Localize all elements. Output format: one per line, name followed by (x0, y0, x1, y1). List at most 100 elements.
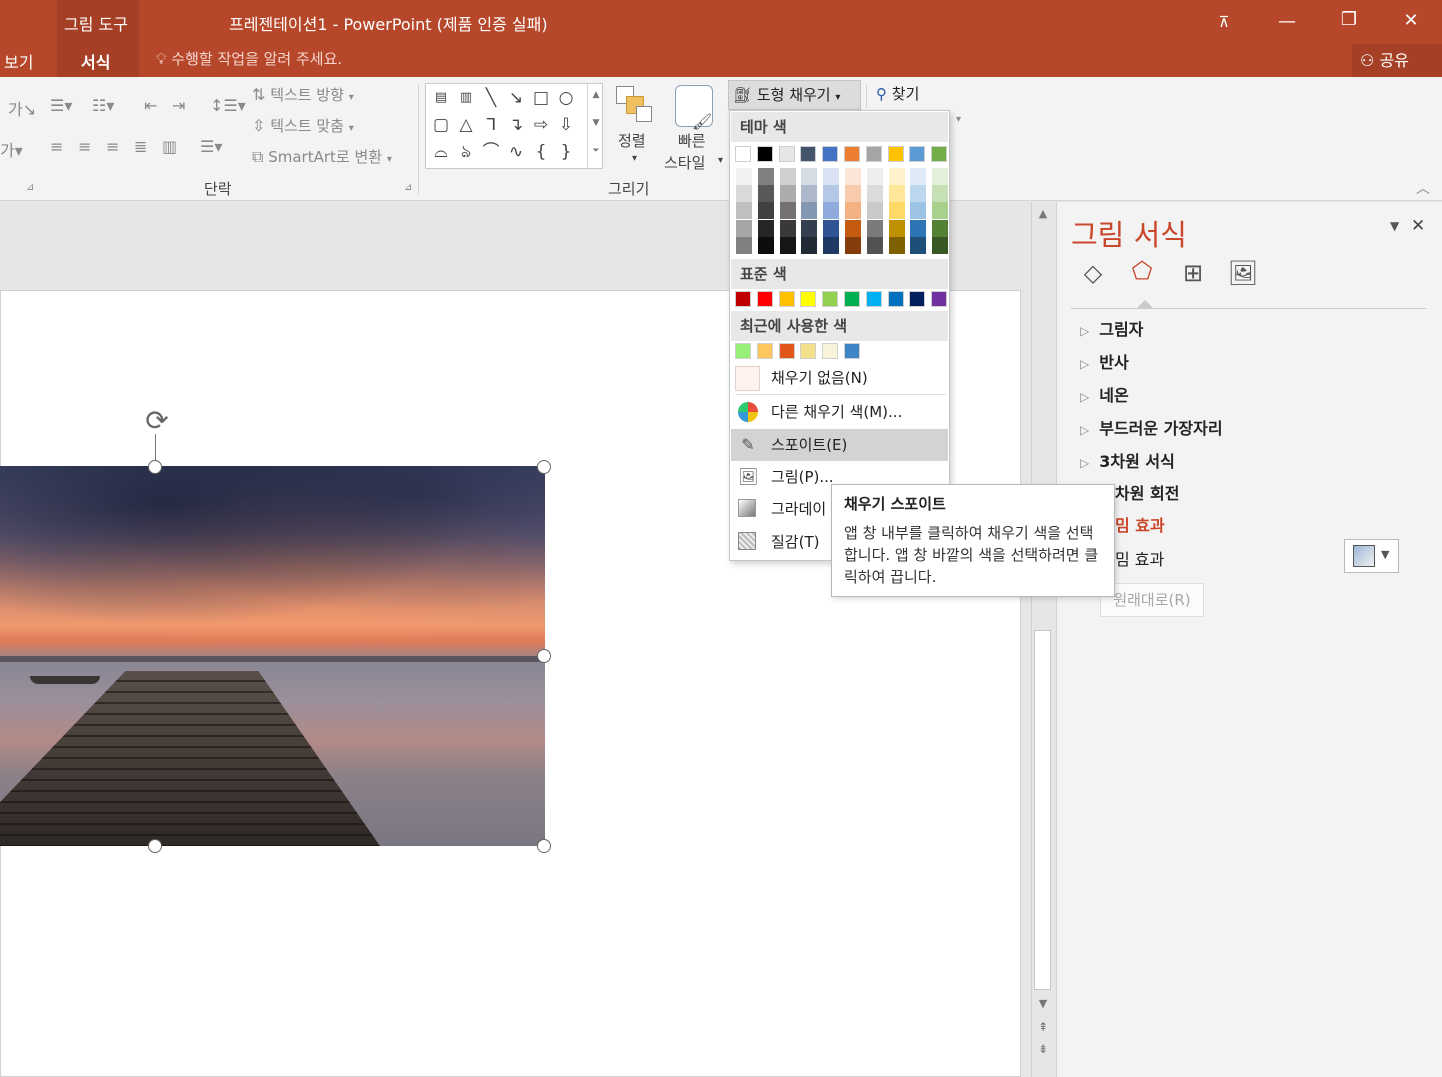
resize-handle-bottom[interactable] (148, 839, 162, 853)
theme-shade-swatch[interactable] (823, 219, 840, 237)
eyedropper-item[interactable]: ✎ 스포이트(E) (731, 429, 948, 461)
section-reflection[interactable]: ▷ 반사 (1080, 349, 1129, 373)
dialog-launcher-icon[interactable]: ⊿ (26, 182, 34, 193)
align-left-icon[interactable]: ≡ (50, 137, 63, 156)
theme-color-swatch[interactable] (844, 146, 860, 162)
tab-format[interactable]: 서식 (81, 49, 110, 73)
theme-shade-swatch[interactable] (736, 168, 752, 185)
arrow-line-shape-icon[interactable]: ↘ (505, 87, 527, 109)
theme-color-swatch[interactable] (931, 146, 948, 162)
rounded-rectangle-shape-icon[interactable]: ▢ (430, 114, 452, 136)
picture-tab-icon[interactable]: 🖼︎ (1226, 256, 1260, 290)
bullets-icon[interactable]: ☰▾ (50, 96, 72, 115)
columns-icon[interactable]: ☰▾ (200, 137, 222, 156)
theme-shade-swatch[interactable] (736, 236, 752, 254)
expand-gallery-icon[interactable]: ⏷ (587, 146, 605, 156)
theme-color-swatch[interactable] (800, 146, 817, 162)
theme-shade-swatch[interactable] (757, 236, 774, 254)
theme-shade-swatch[interactable] (757, 219, 774, 237)
theme-shade-swatch[interactable] (845, 168, 861, 185)
theme-shade-swatch[interactable] (932, 236, 949, 254)
distributed-icon[interactable]: ▥ (162, 137, 177, 156)
theme-shade-swatch[interactable] (779, 236, 796, 254)
previous-slide-icon[interactable]: ⇞ (1034, 1020, 1052, 1034)
standard-color-swatch[interactable] (887, 291, 904, 307)
gallery-scroll[interactable]: ▲ ▼ ⏷ (587, 84, 603, 168)
quick-styles-label-2[interactable]: 스타일 (664, 152, 705, 173)
standard-color-swatch[interactable] (844, 291, 860, 307)
theme-shade-swatch[interactable] (866, 202, 883, 220)
close-icon[interactable]: ✕ (1411, 216, 1425, 236)
theme-shade-swatch[interactable] (801, 236, 818, 254)
triangle-shape-icon[interactable]: △ (455, 114, 477, 136)
artistic-effect-picker[interactable]: ▼ (1344, 539, 1399, 573)
oval-shape-icon[interactable]: ○ (555, 87, 577, 109)
scribble-shape-icon[interactable]: ঌ (455, 141, 477, 163)
theme-shade-swatch[interactable] (801, 185, 818, 203)
recent-color-swatch[interactable] (800, 343, 817, 359)
standard-color-swatch[interactable] (931, 291, 948, 307)
standard-color-swatch[interactable] (865, 291, 882, 307)
theme-shade-swatch[interactable] (801, 202, 818, 220)
theme-color-swatch[interactable] (865, 146, 882, 162)
theme-color-swatch[interactable] (822, 146, 839, 162)
textbox-shape-icon[interactable]: ▤ (430, 87, 452, 109)
selected-picture[interactable] (0, 466, 545, 846)
resize-handle-top-right[interactable] (537, 460, 551, 474)
restore-button[interactable]: ❐ (1334, 5, 1364, 35)
scroll-down-icon[interactable]: ▼ (587, 118, 605, 128)
theme-shade-swatch[interactable] (845, 202, 861, 220)
fill-line-tab-icon[interactable]: ◇ (1076, 256, 1110, 290)
theme-shade-swatch[interactable] (845, 219, 861, 237)
next-slide-icon[interactable]: ⇟ (1034, 1042, 1052, 1056)
theme-color-swatch[interactable] (778, 146, 795, 162)
quick-styles-label-1[interactable]: 빠른 (678, 130, 706, 151)
standard-color-swatch[interactable] (756, 291, 773, 307)
theme-shade-swatch[interactable] (866, 219, 883, 237)
theme-shade-swatch[interactable] (888, 236, 905, 254)
theme-shade-swatch[interactable] (845, 185, 861, 203)
align-center-icon[interactable]: ≡ (78, 137, 91, 156)
more-fill-colors-item[interactable]: 다른 채우기 색(M)... (731, 396, 948, 428)
theme-color-swatch[interactable] (909, 146, 926, 162)
smartart-button[interactable]: ⧉ SmartArt로 변환 ▾ (252, 146, 392, 167)
standard-color-swatch[interactable] (800, 291, 817, 307)
effects-tab-icon[interactable]: ⬠ (1125, 254, 1159, 288)
theme-shade-swatch[interactable] (823, 236, 840, 254)
theme-shade-swatch[interactable] (845, 236, 861, 254)
down-arrow-shape-icon[interactable]: ⇩ (555, 114, 577, 136)
tell-me-search[interactable]: 💡︎ 수행할 작업을 알려 주세요. (156, 48, 342, 69)
dialog-launcher-icon[interactable]: ⊿ (404, 182, 412, 193)
section-3d-format[interactable]: ▷ 3차원 서식 (1080, 448, 1175, 472)
theme-shade-swatch[interactable] (932, 219, 949, 237)
ribbon-display-icon[interactable]: ⊼ (1209, 7, 1239, 37)
find-button[interactable]: ⚲ 찾기 (876, 83, 919, 104)
rectangle-shape-icon[interactable]: □ (530, 87, 552, 109)
section-artistic-effects[interactable]: 밈 효과 (1115, 512, 1165, 536)
arc-shape-icon[interactable]: ⌒ (480, 141, 502, 163)
theme-shade-swatch[interactable] (779, 168, 796, 185)
theme-shade-swatch[interactable] (779, 202, 796, 220)
right-brace-shape-icon[interactable]: } (555, 141, 577, 163)
recent-color-swatch[interactable] (778, 343, 795, 359)
theme-color-swatch[interactable] (756, 146, 773, 162)
standard-color-swatch[interactable] (822, 291, 839, 307)
theme-shade-swatch[interactable] (736, 219, 752, 237)
theme-shade-swatch[interactable] (910, 202, 927, 220)
vertical-textbox-shape-icon[interactable]: ▥ (455, 87, 477, 109)
section-3d-rotation[interactable]: 차원 회전 (1115, 480, 1179, 504)
arrange-icon[interactable] (614, 84, 654, 124)
increase-indent-icon[interactable]: ⇥ (172, 96, 185, 115)
section-glow[interactable]: ▷ 네온 (1080, 382, 1129, 406)
theme-shade-swatch[interactable] (866, 168, 883, 185)
numbering-icon[interactable]: ☷▾ (92, 96, 114, 115)
theme-shade-swatch[interactable] (757, 202, 774, 220)
theme-shade-swatch[interactable] (888, 219, 905, 237)
theme-shade-swatch[interactable] (757, 185, 774, 203)
text-style-icon[interactable]: 가↘ (8, 96, 36, 120)
tab-view[interactable]: 보기 (4, 49, 33, 73)
line-spacing-icon[interactable]: ↕☰▾ (210, 96, 246, 115)
theme-shade-swatch[interactable] (736, 185, 752, 203)
shape-fill-button[interactable]: ⛽︎ 도형 채우기 ▾ (728, 80, 861, 110)
resize-handle-bottom-right[interactable] (537, 839, 551, 853)
